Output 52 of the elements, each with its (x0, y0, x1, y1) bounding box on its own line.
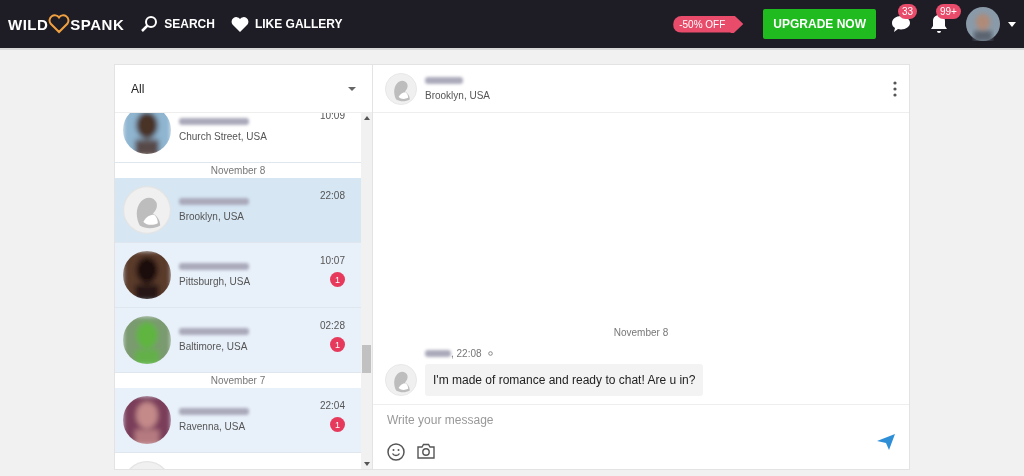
contact-location: Brooklyn, USA (179, 211, 246, 222)
conversation-item[interactable]: Ravenna, USA 22:04 1 (115, 388, 361, 453)
message-bubble: I'm made of romance and ready to chat! Are u in? (425, 364, 704, 396)
conversation-item[interactable]: Pittsburgh, USA 10:07 1 (115, 243, 361, 308)
date-separator: November 8 (613, 327, 669, 338)
count-badge: 99+ (936, 4, 961, 19)
blurred-name (179, 118, 249, 125)
scrollbar[interactable] (361, 113, 372, 469)
bell-icon[interactable] (930, 14, 948, 34)
message-time: 22:08 (319, 190, 345, 201)
unread-badge: 1 (330, 337, 345, 352)
contact-location: Ravenna, USA (179, 421, 247, 432)
contact-location: Baltimore, USA (179, 341, 249, 352)
blurred-name (179, 263, 249, 270)
contact-location: Brooklyn, USA (425, 89, 492, 101)
nav-link[interactable]: SEARCH (140, 15, 215, 33)
blurred-name (425, 350, 451, 357)
caret-icon (348, 86, 356, 91)
count-badge: 33 (898, 4, 918, 19)
search-icon (140, 15, 159, 33)
heart-icon (230, 16, 249, 32)
emoji-icon[interactable] (387, 443, 405, 461)
conversation-item[interactable]: Brooklyn, USA 22:08 (115, 178, 361, 243)
nav-link[interactable]: LIKE GALLERY (230, 16, 343, 32)
logo-text: WILD (8, 15, 49, 33)
scroll-up-icon[interactable] (363, 116, 370, 120)
blurred-name (179, 198, 249, 205)
message-time: 10:07 (319, 255, 345, 266)
status-icon (487, 351, 493, 356)
scroll-thumb[interactable] (362, 345, 371, 373)
discount-tag: -50% OFF (673, 15, 744, 33)
avatar-silhouette-icon (385, 364, 417, 396)
contact-location: Church Street, USA (179, 131, 268, 142)
send-icon[interactable] (877, 434, 895, 450)
blurred-name (425, 76, 463, 84)
camera-icon[interactable] (417, 443, 435, 459)
more-options-icon[interactable] (893, 80, 897, 97)
heart-logo-icon (48, 14, 71, 34)
contact-location: Pittsburgh, USA (179, 276, 252, 287)
message-time: , 22:08 (451, 348, 482, 359)
unread-badge: 1 (330, 417, 345, 432)
caret-icon[interactable] (1008, 21, 1016, 27)
blurred-name (179, 408, 249, 415)
message-time: 22:04 (319, 400, 345, 411)
avatar-silhouette-icon (385, 72, 417, 105)
conversation-item[interactable]: Baltimore, USA 02:28 1 (115, 308, 361, 373)
blurred-name (179, 328, 249, 335)
unread-badge: 1 (330, 272, 345, 287)
message-time: 02:28 (319, 320, 345, 331)
logo-text: SPANK (70, 15, 125, 33)
chat-bubble-icon[interactable] (891, 15, 911, 33)
scroll-down-icon[interactable] (363, 462, 370, 466)
